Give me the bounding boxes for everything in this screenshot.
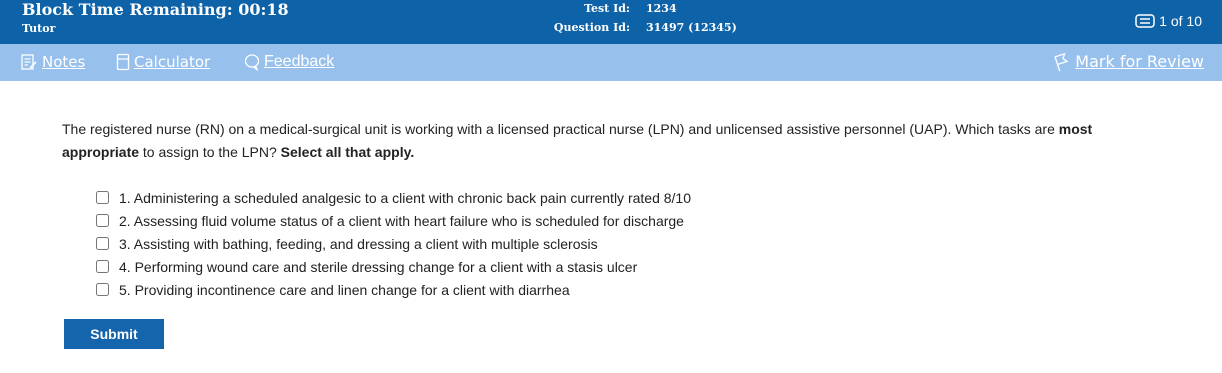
answer-option[interactable]: 3. Assisting with bathing, feeding, and … bbox=[96, 232, 691, 255]
answer-option[interactable]: 4. Performing wound care and sterile dre… bbox=[96, 255, 691, 278]
answer-checkbox[interactable] bbox=[96, 237, 109, 250]
question-stem: The registered nurse (RN) on a medical-s… bbox=[62, 118, 1152, 164]
stem-text-1: The registered nurse (RN) on a medical-s… bbox=[62, 121, 1059, 137]
notes-label: Notes bbox=[42, 53, 86, 71]
notes-button[interactable]: Notes bbox=[20, 53, 85, 71]
block-time-remaining: Block Time Remaining: 00:18 bbox=[22, 0, 289, 19]
test-id-label: Test Id: bbox=[584, 2, 630, 15]
stem-text-2: to assign to the LPN? bbox=[139, 144, 281, 160]
answer-checkbox[interactable] bbox=[96, 191, 109, 204]
answer-checkbox[interactable] bbox=[96, 260, 109, 273]
question-navigator[interactable]: 1 of 10 bbox=[1135, 12, 1202, 30]
mode-label: Tutor bbox=[22, 22, 56, 35]
answer-option[interactable]: 1. Administering a scheduled analgesic t… bbox=[96, 186, 691, 209]
answer-label: 4. Performing wound care and sterile dre… bbox=[119, 258, 638, 275]
calculator-icon bbox=[116, 53, 130, 71]
notes-icon bbox=[21, 54, 37, 70]
answer-option[interactable]: 5. Providing incontinence care and linen… bbox=[96, 278, 691, 301]
feedback-icon bbox=[244, 54, 260, 71]
stem-emphasis-2: Select all that apply. bbox=[280, 144, 415, 160]
submit-button[interactable]: Submit bbox=[64, 319, 164, 349]
top-header: Block Time Remaining: 00:18 Tutor Test I… bbox=[0, 0, 1222, 44]
calculator-label: Calculator bbox=[134, 53, 211, 71]
answer-checkbox[interactable] bbox=[96, 283, 109, 296]
feedback-button[interactable]: Feedback bbox=[244, 53, 334, 71]
flag-icon bbox=[1054, 52, 1069, 72]
question-id-value: 31497 (12345) bbox=[646, 21, 737, 34]
mark-for-review-button[interactable]: Mark for Review bbox=[1053, 52, 1204, 72]
answer-label: 3. Assisting with bathing, feeding, and … bbox=[119, 235, 598, 252]
answer-option[interactable]: 2. Assessing fluid volume status of a cl… bbox=[96, 209, 691, 232]
page-count-label: 1 of 10 bbox=[1159, 13, 1202, 29]
answer-label: 1. Administering a scheduled analgesic t… bbox=[119, 189, 691, 206]
list-icon bbox=[1135, 14, 1155, 28]
answer-label: 5. Providing incontinence care and linen… bbox=[119, 281, 570, 298]
question-id-label: Question Id: bbox=[553, 21, 630, 34]
toolbar: Notes Calculator Feedback Mark for Revie… bbox=[0, 44, 1222, 81]
mark-for-review-label: Mark for Review bbox=[1075, 52, 1204, 71]
answer-label: 2. Assessing fluid volume status of a cl… bbox=[119, 212, 684, 229]
calculator-button[interactable]: Calculator bbox=[116, 53, 210, 71]
answer-checkbox[interactable] bbox=[96, 214, 109, 227]
feedback-label: Feedback bbox=[264, 53, 335, 70]
answer-options: 1. Administering a scheduled analgesic t… bbox=[96, 186, 691, 301]
test-id-value: 1234 bbox=[646, 2, 677, 15]
